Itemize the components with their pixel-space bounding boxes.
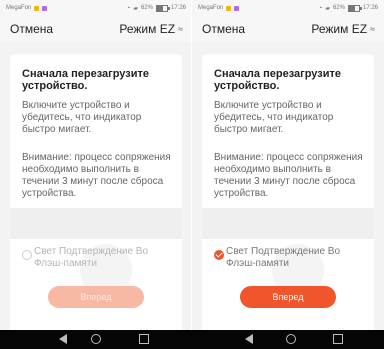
status-left: MegaFon [198, 5, 240, 11]
confirm-label[interactable]: Свет Подтверждение Во Флэш-памяти [226, 246, 366, 270]
confirm-checkbox[interactable] [22, 250, 32, 260]
recent-apps-icon[interactable] [139, 334, 149, 344]
confirm-label[interactable]: Свет Подтверждение Во Флэш-памяти [34, 246, 174, 270]
wifi-icon: ◔ [126, 4, 131, 12]
screen-unchecked: MegaFon ◔ ▰ 62% 17:26 Отмена Режим EZ ≈ … [0, 0, 192, 330]
next-button[interactable]: Вперед [48, 286, 144, 308]
reset-card: Сначала перезагрузите устройство. Включи… [10, 54, 182, 330]
back-icon[interactable] [59, 334, 67, 344]
status-bar: MegaFon ◔ ▰ 62% 17:26 [192, 0, 384, 16]
instruction-text: Включите устройство и убедитесь, что инд… [22, 100, 142, 135]
next-button[interactable]: Вперед [240, 286, 336, 308]
clock: 17:26 [362, 5, 378, 11]
wifi-icon: ◔ [318, 4, 323, 12]
battery-icon [347, 4, 362, 12]
warning-text: Внимание: процесс сопряжения необходимо … [22, 152, 171, 199]
signal-icon: ▰ [325, 5, 330, 12]
android-navigation-bar [0, 330, 384, 349]
screen-checked: MegaFon ◔ ▰ 62% 17:26 Отмена Режим EZ ≈ … [192, 0, 384, 330]
mode-switch[interactable]: Режим EZ ≈ [311, 22, 375, 36]
home-icon[interactable] [91, 334, 101, 344]
cancel-button[interactable]: Отмена [10, 22, 53, 36]
cancel-button[interactable]: Отмена [202, 22, 245, 36]
wave-icon: ≈ [178, 24, 183, 34]
carrier-name: MegaFon [6, 5, 32, 11]
illustration-band [10, 208, 182, 239]
confirm-checkbox[interactable] [214, 250, 224, 260]
top-nav: Отмена Режим EZ ≈ [0, 16, 192, 42]
back-icon[interactable] [245, 334, 253, 344]
status-bar: MegaFon ◔ ▰ 62% 17:26 [0, 0, 192, 16]
warning-text: Внимание: процесс сопряжения необходимо … [214, 152, 363, 199]
carrier-name: MegaFon [198, 5, 224, 11]
battery-percent: 62% [140, 5, 153, 11]
battery-percent: 62% [332, 5, 345, 11]
mode-label: Режим EZ [311, 22, 368, 36]
recent-apps-icon[interactable] [333, 334, 343, 344]
status-right: ◔ ▰ 62% 17:26 [126, 4, 186, 12]
mode-switch[interactable]: Режим EZ ≈ [119, 22, 183, 36]
status-right: ◔ ▰ 62% 17:26 [318, 4, 378, 12]
card-title: Сначала перезагрузите устройство. [22, 68, 149, 92]
signal-icon: ▰ [133, 5, 138, 12]
top-nav: Отмена Режим EZ ≈ [192, 16, 384, 42]
mode-label: Режим EZ [119, 22, 176, 36]
notification-icon [234, 5, 240, 11]
wave-icon: ≈ [370, 24, 375, 34]
status-left: MegaFon [6, 5, 48, 11]
notification-icon [34, 5, 40, 11]
card-title: Сначала перезагрузите устройство. [214, 68, 341, 92]
screenshot-stage: MegaFon ◔ ▰ 62% 17:26 Отмена Режим EZ ≈ … [0, 0, 384, 349]
battery-icon [155, 4, 170, 12]
instruction-text: Включите устройство и убедитесь, что инд… [214, 100, 334, 135]
clock: 17:26 [170, 5, 186, 11]
notification-icon [226, 5, 232, 11]
notification-icon [42, 5, 48, 11]
illustration-band [202, 208, 374, 239]
home-icon[interactable] [286, 334, 296, 344]
reset-card: Сначала перезагрузите устройство. Включи… [202, 54, 374, 330]
